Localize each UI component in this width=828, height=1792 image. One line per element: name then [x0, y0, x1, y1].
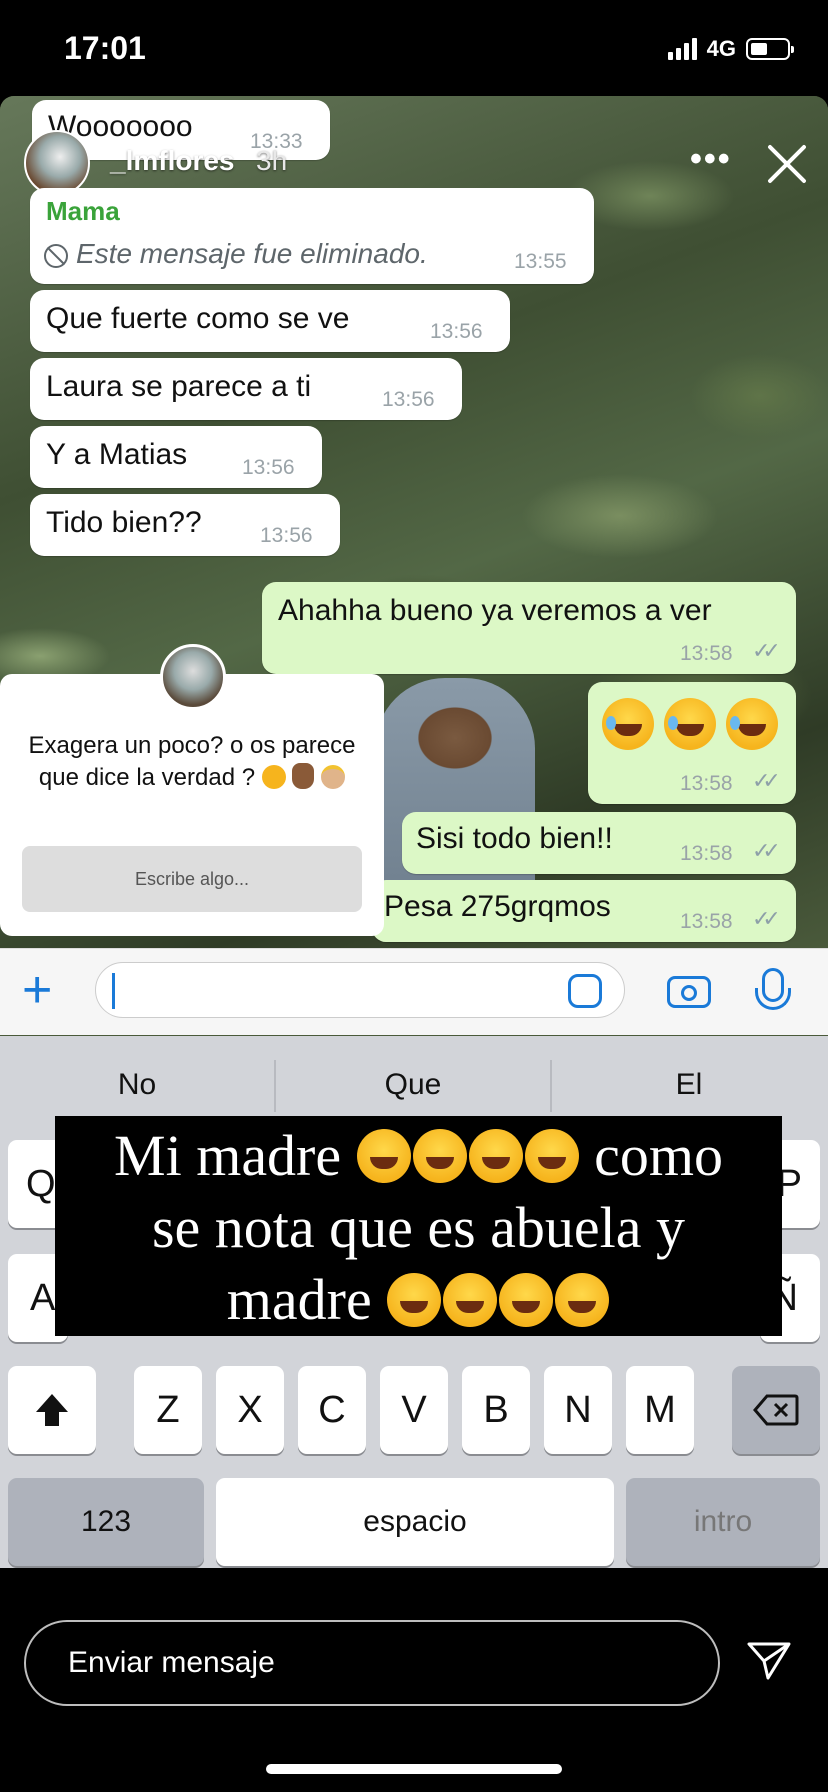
read-ticks-icon: ✓✓	[752, 638, 781, 663]
chat-text-field[interactable]	[95, 962, 625, 1018]
space-key[interactable]: espacio	[216, 1478, 614, 1566]
text-cursor	[112, 973, 115, 1009]
laughing-emoji-icon	[664, 698, 716, 750]
key-n[interactable]: N	[544, 1366, 612, 1454]
camera-icon[interactable]	[667, 976, 711, 1008]
laughing-emoji-icon	[443, 1273, 498, 1327]
status-time: 17:01	[64, 30, 146, 66]
shift-key[interactable]	[8, 1366, 96, 1454]
laughing-emoji-icon	[468, 1129, 523, 1183]
message-text: Pesa 275grqmos	[384, 890, 611, 923]
question-text: Exagera un poco? o os parece que dice la…	[20, 730, 364, 794]
message-time: 13:56	[382, 388, 435, 411]
message-bubble-deleted: Mama Este mensaje fue eliminado. 13:55	[30, 188, 594, 284]
send-message-input[interactable]: Enviar mensaje	[24, 1620, 720, 1706]
status-indicators: 4G	[667, 34, 794, 64]
laughing-emoji-icon	[524, 1129, 579, 1183]
deleted-message-text: Este mensaje fue eliminado.	[76, 238, 428, 269]
message-time: 13:58	[680, 642, 733, 665]
story-avatar[interactable]	[24, 130, 90, 196]
message-text: Y a Matias	[46, 438, 188, 471]
message-bubble-outgoing: 13:58 ✓✓	[588, 682, 796, 804]
signal-icon	[667, 38, 697, 60]
key-b[interactable]: B	[462, 1366, 530, 1454]
suggestion-3[interactable]: El	[552, 1068, 826, 1102]
message-bubble-outgoing: Ahahha bueno ya veremos a ver 13:58 ✓✓	[262, 582, 796, 674]
laughing-emoji-icon	[555, 1273, 610, 1327]
laughing-emoji-icon	[356, 1129, 411, 1183]
message-time: 13:58	[680, 842, 733, 865]
sticker-icon[interactable]	[568, 974, 602, 1008]
key-m[interactable]: M	[626, 1366, 694, 1454]
message-time: 13:58	[680, 910, 733, 933]
caption-text: como	[594, 1123, 723, 1188]
victory-hand-icon	[292, 763, 315, 789]
read-ticks-icon: ✓✓	[752, 768, 781, 793]
caption-text: madre	[226, 1267, 372, 1332]
battery-icon	[746, 38, 794, 60]
message-bubble: Laura se parece a ti 13:56	[30, 358, 462, 420]
message-time: 13:55	[514, 250, 567, 273]
shift-arrow-icon	[36, 1394, 68, 1426]
send-icon[interactable]	[746, 1641, 792, 1681]
key-c[interactable]: C	[298, 1366, 366, 1454]
plus-icon[interactable]: +	[22, 964, 52, 1016]
deleted-icon	[44, 244, 68, 268]
message-time: 13:56	[430, 320, 483, 343]
numbers-key[interactable]: 123	[8, 1478, 204, 1566]
story-caption: Mi madre como se nota que es abuela y ma…	[55, 1116, 782, 1336]
message-text: Tido bien??	[46, 506, 202, 539]
key-x[interactable]: X	[216, 1366, 284, 1454]
message-bubble: Y a Matias 13:56	[30, 426, 322, 488]
read-ticks-icon: ✓✓	[752, 906, 781, 931]
backspace-key[interactable]	[732, 1366, 820, 1454]
caption-text: Mi madre	[114, 1123, 342, 1188]
close-icon[interactable]	[764, 140, 810, 186]
emoji-row	[602, 698, 788, 750]
message-text: Que fuerte como se ve	[46, 302, 350, 335]
laughing-emoji-icon	[261, 765, 286, 789]
question-avatar	[160, 644, 226, 710]
read-ticks-icon: ✓✓	[752, 838, 781, 863]
message-text: Ahahha bueno ya veremos a ver	[278, 594, 712, 627]
message-bubble: Tido bien?? 13:56	[30, 494, 340, 556]
message-bubble-outgoing: Pesa 275grqmos 13:58 ✓✓	[372, 880, 796, 942]
network-label: 4G	[706, 36, 736, 61]
story-username[interactable]: _lmflores	[110, 145, 235, 177]
question-answer-input[interactable]: Escribe algo...	[22, 846, 362, 912]
message-bubble: Que fuerte como se ve 13:56	[30, 290, 510, 352]
return-key[interactable]: intro	[626, 1478, 820, 1566]
message-time: 13:56	[260, 524, 313, 547]
key-z[interactable]: Z	[134, 1366, 202, 1454]
home-indicator[interactable]	[266, 1764, 562, 1774]
sender-name: Mama	[46, 196, 120, 226]
princess-icon	[321, 765, 346, 789]
message-time: 13:58	[680, 772, 733, 795]
message-time: 13:56	[242, 456, 295, 479]
caption-line-3: madre	[55, 1264, 782, 1336]
more-options-icon[interactable]: •••	[690, 140, 732, 179]
laughing-emoji-icon	[499, 1273, 554, 1327]
story-time-ago: 3h	[256, 145, 288, 176]
laughing-emoji-icon	[412, 1129, 467, 1183]
message-text: Laura se parece a ti	[46, 370, 312, 403]
laughing-emoji-icon	[602, 698, 654, 750]
key-v[interactable]: V	[380, 1366, 448, 1454]
backspace-icon	[753, 1394, 799, 1426]
laughing-emoji-icon	[387, 1273, 442, 1327]
message-bubble-outgoing: Sisi todo bien!! 13:58 ✓✓	[402, 812, 796, 874]
laughing-emoji-icon	[726, 698, 778, 750]
caption-line-2: se nota que es abuela y	[151, 1195, 686, 1260]
suggestion-2[interactable]: Que	[276, 1068, 550, 1102]
message-text: Sisi todo bien!!	[416, 822, 613, 855]
suggestion-1[interactable]: No	[0, 1068, 274, 1102]
caption-line-1: Mi madre como	[55, 1120, 782, 1192]
send-message-placeholder: Enviar mensaje	[68, 1646, 275, 1679]
